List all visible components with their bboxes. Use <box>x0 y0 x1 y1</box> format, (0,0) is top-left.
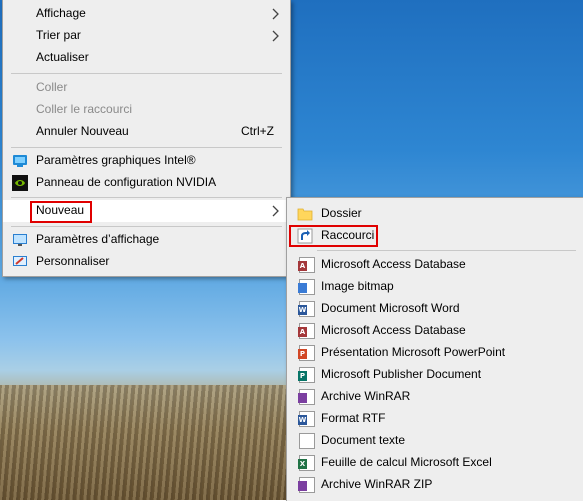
rtf-icon: W <box>298 411 315 427</box>
winrar-icon <box>298 389 315 405</box>
submenu-item-file-type-label: Archive WinRAR ZIP <box>321 477 433 491</box>
submenu-item-file-type[interactable]: Archive WinRAR ZIP <box>287 474 583 496</box>
chevron-right-icon <box>272 205 279 217</box>
menu-separator <box>11 73 282 74</box>
submenu-item-file-type-label: Format RTF <box>321 411 386 425</box>
display-settings-icon <box>13 234 27 246</box>
folder-icon <box>297 208 313 221</box>
submenu-item-file-type-label: Microsoft Access Database <box>321 257 466 271</box>
undo-keyboard-shortcut: Ctrl+Z <box>241 124 274 138</box>
submenu-item-file-type[interactable]: Document texte <box>287 430 583 452</box>
nvidia-icon <box>12 175 28 191</box>
menu-item-personalize[interactable]: Personnaliser <box>3 251 290 273</box>
submenu-item-file-type-label: Microsoft Access Database <box>321 323 466 337</box>
powerpoint-icon: P <box>298 345 315 361</box>
submenu-item-file-type-label: Document texte <box>321 433 406 447</box>
chevron-right-icon <box>272 8 279 20</box>
menu-item-paste-label: Coller <box>36 80 68 94</box>
personalize-icon <box>13 256 27 266</box>
submenu-item-folder-label: Dossier <box>321 206 362 220</box>
menu-item-refresh-label: Actualiser <box>36 50 89 64</box>
text-document-icon <box>299 433 315 449</box>
access-icon: A <box>298 323 315 339</box>
menu-item-display-settings[interactable]: Paramètres d’affichage <box>3 229 290 251</box>
menu-item-nvidia-panel-label: Panneau de configuration NVIDIA <box>36 175 217 189</box>
access-icon: A <box>298 257 315 273</box>
excel-icon: X <box>298 455 315 471</box>
word-icon: W <box>298 301 315 317</box>
highlight-box-shortcut <box>289 225 378 247</box>
menu-item-undo-new-label: Annuler Nouveau <box>36 124 129 138</box>
menu-item-paste-shortcut-label: Coller le raccourci <box>36 102 133 116</box>
submenu-item-file-type[interactable]: W Format RTF <box>287 408 583 430</box>
menu-separator <box>11 226 282 227</box>
submenu-item-file-type-label: Feuille de calcul Microsoft Excel <box>321 455 492 469</box>
submenu-item-file-type-label: Document Microsoft Word <box>321 301 460 315</box>
submenu-item-file-type[interactable]: W Document Microsoft Word <box>287 298 583 320</box>
submenu-item-file-type-label: Archive WinRAR <box>321 389 411 403</box>
submenu-item-file-type[interactable]: Archive WinRAR <box>287 386 583 408</box>
menu-item-view-label: Affichage <box>36 6 86 20</box>
intel-graphics-icon <box>13 155 27 167</box>
menu-item-paste-shortcut[interactable]: Coller le raccourci <box>3 99 290 121</box>
menu-separator <box>11 147 282 148</box>
chevron-right-icon <box>272 30 279 42</box>
submenu-item-file-type[interactable]: Image bitmap <box>287 276 583 298</box>
menu-item-paste[interactable]: Coller <box>3 77 290 99</box>
menu-item-nvidia-panel[interactable]: Panneau de configuration NVIDIA <box>3 172 290 194</box>
submenu-item-file-type-label: Microsoft Publisher Document <box>321 367 482 381</box>
menu-item-personalize-label: Personnaliser <box>36 254 110 268</box>
menu-item-sort-by-label: Trier par <box>36 28 81 42</box>
new-submenu: Dossier Raccourci A Microsoft Access Data… <box>286 197 583 501</box>
menu-item-undo-new[interactable]: Annuler Nouveau Ctrl+Z <box>3 121 290 143</box>
submenu-item-file-type[interactable]: A Microsoft Access Database <box>287 320 583 342</box>
menu-item-intel-graphics-label: Paramètres graphiques Intel® <box>36 153 196 167</box>
menu-item-intel-graphics[interactable]: Paramètres graphiques Intel® <box>3 150 290 172</box>
submenu-item-file-type-label: Présentation Microsoft PowerPoint <box>321 345 506 359</box>
desktop-context-menu: Affichage Trier par Actualiser Coller Co… <box>2 0 291 277</box>
menu-separator <box>11 197 282 198</box>
winrar-zip-icon <box>298 477 315 493</box>
menu-item-view[interactable]: Affichage <box>3 3 290 25</box>
submenu-item-file-type[interactable]: P Microsoft Publisher Document <box>287 364 583 386</box>
submenu-item-file-type[interactable]: A Microsoft Access Database <box>287 254 583 276</box>
submenu-item-file-type[interactable]: X Feuille de calcul Microsoft Excel <box>287 452 583 474</box>
menu-item-refresh[interactable]: Actualiser <box>3 47 290 69</box>
bitmap-icon <box>298 279 315 295</box>
menu-item-sort-by[interactable]: Trier par <box>3 25 290 47</box>
submenu-item-file-type[interactable]: P Présentation Microsoft PowerPoint <box>287 342 583 364</box>
menu-item-display-settings-label: Paramètres d’affichage <box>36 232 160 246</box>
submenu-item-folder[interactable]: Dossier <box>287 203 583 225</box>
submenu-separator <box>317 250 576 251</box>
publisher-icon: P <box>298 367 315 383</box>
submenu-item-file-type-label: Image bitmap <box>321 279 394 293</box>
highlight-box-new <box>30 201 92 223</box>
